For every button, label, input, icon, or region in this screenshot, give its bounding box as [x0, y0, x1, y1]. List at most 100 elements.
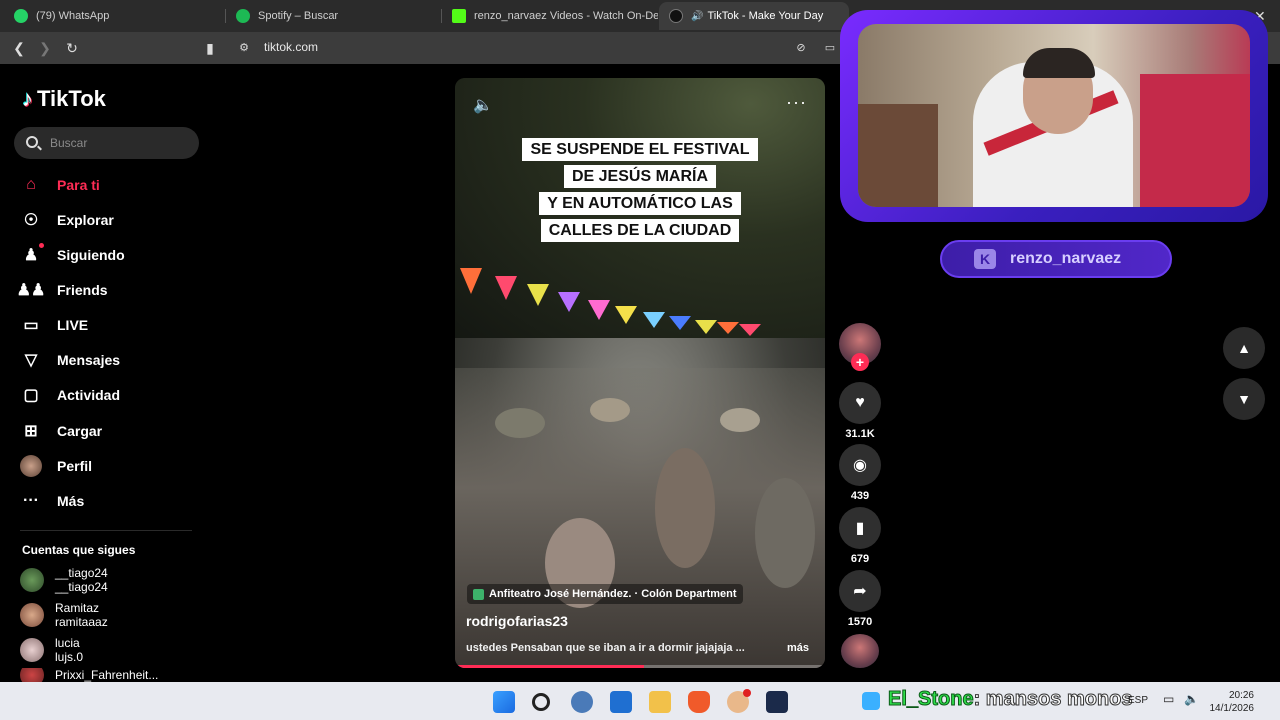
obs-icon[interactable]	[766, 691, 788, 713]
screen-icon[interactable]: ▭	[821, 39, 839, 57]
like-button[interactable]: ♥ 31.1K	[839, 382, 881, 440]
channel-name: renzo_narvaez	[1010, 250, 1122, 267]
tab-title: Spotify – Buscar	[258, 10, 339, 22]
video-author[interactable]: rodrigofarias23	[466, 613, 568, 629]
tiktok-logo[interactable]: ♪ TikTok	[22, 86, 106, 112]
video-player[interactable]: 🔈 ··· SE SUSPENDE EL FESTIVAL DE JESÚS M…	[455, 78, 825, 668]
following-account[interactable]: lucia lujs.0	[20, 633, 83, 667]
monitor-icon[interactable]: ▭	[1163, 692, 1174, 706]
share-button[interactable]: ➦ 1570	[839, 570, 881, 628]
search-placeholder: Buscar	[50, 136, 88, 150]
folder-icon[interactable]	[649, 691, 671, 713]
description-more-link[interactable]: más	[787, 642, 809, 654]
tray-icon[interactable]	[862, 692, 880, 710]
following-account[interactable]: Prixxi_Fahrenheit...	[20, 668, 158, 682]
taskbar-clock[interactable]: 20:26 14/1/2026	[1210, 689, 1255, 715]
account-handle: lujs.0	[55, 650, 84, 664]
language-indicator[interactable]: ESP	[1128, 695, 1148, 706]
sidebar-item-perfil[interactable]: Perfil	[20, 453, 92, 479]
tab-kick[interactable]: renzo_narvaez Videos - Watch On-De	[442, 2, 658, 30]
caption-line: SE SUSPENDE EL FESTIVAL	[522, 138, 758, 161]
comment-icon: ◉	[839, 444, 881, 486]
site-settings-icon[interactable]: ⚙	[235, 39, 253, 57]
clock-time: 20:26	[1228, 690, 1254, 701]
sidebar-item-live[interactable]: ▭ LIVE	[20, 312, 88, 338]
windows-start-icon[interactable]	[493, 691, 515, 713]
forward-button[interactable]: ❯	[36, 39, 54, 57]
home-icon: ⌂	[26, 176, 36, 193]
follow-plus-button[interactable]: +	[851, 353, 869, 371]
music-disc-avatar[interactable]	[841, 634, 879, 668]
channel-name-pill: K renzo_narvaez	[940, 240, 1172, 278]
like-count: 31.1K	[845, 428, 875, 440]
reload-button[interactable]: ↻	[63, 39, 81, 57]
share-count: 1570	[847, 616, 873, 628]
bookmark-icon[interactable]: ▮	[201, 39, 219, 57]
search-input[interactable]: Buscar	[14, 127, 199, 159]
compass-icon: ☉	[23, 212, 39, 229]
sidebar-item-explorar[interactable]: ☉ Explorar	[20, 207, 114, 233]
brave-icon[interactable]	[688, 691, 710, 713]
location-tag[interactable]: Anfiteatro José Hernández. · Colón Depar…	[467, 584, 743, 604]
volume-icon[interactable]: 🔈	[473, 95, 495, 114]
tab-title: renzo_narvaez Videos - Watch On-De	[474, 10, 658, 22]
sidebar-item-label: Actividad	[57, 387, 121, 403]
ticker-user: El_Stone	[888, 688, 975, 711]
cast-off-icon[interactable]: ⊘	[792, 39, 810, 57]
back-button[interactable]: ❮	[10, 39, 28, 57]
live-tv-icon: ▭	[23, 317, 39, 334]
save-button[interactable]: ▮ 679	[839, 507, 881, 565]
video-progress-fill	[455, 665, 644, 668]
sidebar-item-label: Friends	[57, 282, 108, 298]
tab-whatsapp[interactable]: (79) WhatsApp	[4, 2, 226, 30]
following-account[interactable]: Ramitaz ramitaaaz	[20, 598, 108, 632]
bunting-flag	[643, 312, 665, 328]
notification-dot	[39, 243, 44, 248]
upload-icon: ⊞	[24, 423, 38, 440]
tab-spotify[interactable]: Spotify – Buscar	[226, 2, 442, 30]
bunting-flag	[460, 268, 482, 294]
bookmark-icon: ▮	[839, 507, 881, 549]
sidebar-item-para-ti[interactable]: ⌂ Para ti	[20, 172, 100, 198]
video-progress-bar[interactable]	[455, 665, 825, 668]
sidebar-item-label: Perfil	[57, 458, 93, 474]
sidebar-item-label: LIVE	[57, 317, 89, 333]
video-description: ustedes Pensaban que se iban a ir a dorm…	[466, 642, 745, 654]
bunting-flag	[527, 284, 549, 306]
sidebar-item-cargar[interactable]: ⊞ Cargar	[20, 418, 102, 444]
settings-icon[interactable]	[571, 691, 593, 713]
sidebar-item-mensajes[interactable]: ▽ Mensajes	[20, 347, 120, 373]
sidebar-item-actividad[interactable]: ▢ Actividad	[20, 382, 120, 408]
search-icon[interactable]	[532, 693, 550, 711]
video-more-icon[interactable]: ···	[786, 92, 807, 113]
following-section-title: Cuentas que sigues	[22, 543, 136, 557]
webcam-detail	[1140, 74, 1250, 207]
kick-icon: K	[974, 249, 996, 269]
caption-line: Y EN AUTOMÁTICO LAS	[539, 192, 741, 215]
sidebar-item-friends[interactable]: ♟♟ Friends	[17, 277, 108, 303]
clock-date: 14/1/2026	[1209, 703, 1255, 714]
store-icon[interactable]	[610, 691, 632, 713]
video-detail	[755, 478, 815, 588]
previous-video-button[interactable]: ▲	[1223, 327, 1265, 369]
speaker-icon: 🔊	[691, 10, 704, 22]
url-field[interactable]: tiktok.com	[264, 40, 318, 54]
following-account[interactable]: __tiago24 __tiago24	[20, 563, 108, 597]
bunting-flag	[695, 320, 717, 334]
ticker-message: : mansos monos	[973, 688, 1133, 711]
tiktok-icon	[669, 9, 683, 23]
streamer-webcam	[858, 24, 1250, 207]
tab-tiktok[interactable]: 🔊 TikTok - Make Your Day	[659, 2, 849, 30]
speaker-icon[interactable]: 🔈	[1184, 692, 1199, 706]
bunting-flag	[495, 276, 517, 300]
comment-button[interactable]: ◉ 439	[839, 444, 881, 502]
location-label: Anfiteatro José Hernández. · Colón Depar…	[489, 588, 737, 600]
sidebar-item-siguiendo[interactable]: ♟ Siguiendo	[20, 242, 125, 268]
next-video-button[interactable]: ▼	[1223, 378, 1265, 420]
caption-line: CALLES DE LA CIUDAD	[540, 219, 740, 242]
sidebar-item-mas[interactable]: ··· Más	[20, 488, 84, 514]
video-detail	[590, 398, 630, 422]
more-dots-icon: ···	[23, 492, 39, 509]
video-caption: SE SUSPENDE EL FESTIVAL DE JESÚS MARÍA Y…	[455, 138, 825, 246]
sidebar-divider	[20, 530, 192, 531]
